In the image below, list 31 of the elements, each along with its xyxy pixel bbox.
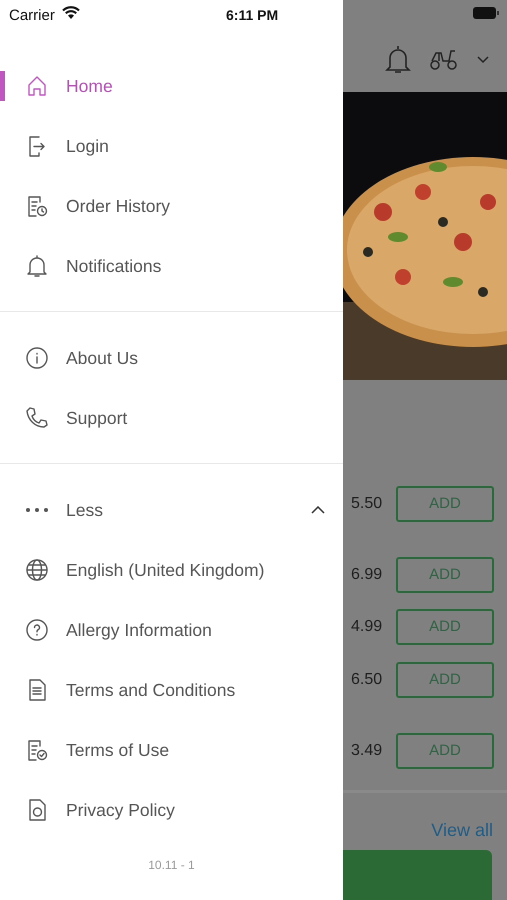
menu-item[interactable]: Support xyxy=(66,404,128,432)
checkout-button[interactable] xyxy=(343,850,492,900)
menu-item[interactable]: Home xyxy=(66,72,113,100)
menu-item[interactable]: Allergy Information xyxy=(66,616,212,644)
price-label: 6.50 xyxy=(350,670,384,690)
clock-time: 6:11 PM xyxy=(226,6,278,25)
menu-item[interactable]: About Us xyxy=(66,344,138,372)
menu-item[interactable]: Notifications xyxy=(66,252,162,280)
more-dots-icon xyxy=(24,507,50,513)
wifi-icon xyxy=(62,6,80,19)
menu-item[interactable]: English (United Kingdom) xyxy=(66,556,264,584)
menu-item[interactable]: Privacy Policy xyxy=(66,796,175,824)
menu-item[interactable]: Terms of Use xyxy=(66,736,170,764)
info-icon xyxy=(24,345,50,371)
menu-item[interactable]: Order History xyxy=(66,192,170,220)
help-icon xyxy=(24,617,50,643)
scooter-icon[interactable] xyxy=(429,49,459,71)
bell-icon[interactable] xyxy=(385,44,411,76)
version-label: 10.11 - 1 xyxy=(147,857,196,874)
price-label: 5.50 xyxy=(350,494,384,514)
price-label: 4.99 xyxy=(350,617,384,637)
price-label: 6.99 xyxy=(350,565,384,585)
globe-icon xyxy=(24,557,50,583)
chevron-up-icon[interactable] xyxy=(311,506,325,514)
menu-item[interactable]: Terms and Conditions xyxy=(66,676,236,704)
carrier-label: Carrier xyxy=(9,6,55,26)
price-label: 3.49 xyxy=(350,741,384,761)
less-toggle[interactable]: Less xyxy=(66,496,103,524)
chevron-down-icon[interactable] xyxy=(477,56,489,64)
battery-icon xyxy=(473,7,499,19)
menu-item[interactable]: Login xyxy=(66,132,109,160)
